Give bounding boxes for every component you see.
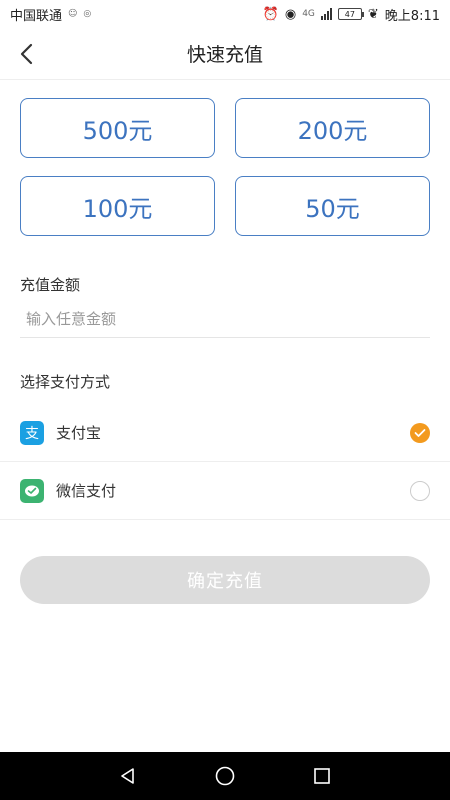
nav-home-button[interactable] <box>205 756 245 796</box>
alipay-icon: 支 <box>20 420 44 445</box>
square-recents-icon <box>313 768 330 784</box>
page-title: 快速充值 <box>186 44 263 66</box>
status-right: ⏰ ◉ 4G 47 ❦ 晚上8:11 <box>263 5 440 24</box>
system-navigation-bar <box>0 752 450 800</box>
status-bar: 中国联通 ☺ ◎ ⏰ ◉ 4G 47 ❦ 晚上8:11 <box>0 0 450 28</box>
recharge-amount-label: 充值金额 <box>20 276 81 294</box>
chevron-left-icon <box>20 43 33 65</box>
carrier-name: 中国联通 <box>10 8 63 24</box>
amount-option-100[interactable]: 100元 <box>20 176 215 236</box>
wechat-pay-icon <box>20 478 44 503</box>
leaf-icon: ❦ <box>367 6 379 22</box>
sync-icon: ◎ <box>83 9 92 19</box>
confirm-recharge-button[interactable]: 确定充值 <box>20 556 430 604</box>
battery-level: 47 <box>344 9 355 19</box>
amount-options: 500元 200元 100元 50元 <box>20 98 430 236</box>
payment-option-name: 支付宝 <box>56 424 102 442</box>
status-time: 晚上8:11 <box>384 8 440 24</box>
nav-back-button[interactable] <box>108 756 148 796</box>
network-type: 4G <box>302 9 315 19</box>
alarm-icon: ⏰ <box>262 6 279 22</box>
back-button[interactable] <box>10 38 42 70</box>
recharge-amount-input[interactable] <box>20 300 430 338</box>
triangle-back-icon <box>121 768 135 784</box>
amount-option-500[interactable]: 500元 <box>20 98 215 158</box>
radio-unchecked-icon[interactable] <box>410 480 430 501</box>
header: 快速充值 <box>0 28 450 80</box>
payment-option-name: 微信支付 <box>56 482 117 500</box>
payment-method-label: 选择支付方式 <box>20 373 111 391</box>
payment-option-alipay[interactable]: 支 支付宝 <box>0 404 450 462</box>
checkmark-icon[interactable] <box>410 422 430 443</box>
amount-option-50[interactable]: 50元 <box>235 176 430 236</box>
notification-icon: ☺ <box>68 9 78 19</box>
eye-icon: ◉ <box>284 6 297 22</box>
nav-recents-button[interactable] <box>302 756 342 796</box>
payment-method-list: 支 支付宝 微信支付 <box>0 404 450 520</box>
amount-option-200[interactable]: 200元 <box>235 98 430 158</box>
payment-option-wechat[interactable]: 微信支付 <box>0 462 450 520</box>
battery-icon: 47 <box>337 8 364 20</box>
circle-home-icon <box>215 766 235 786</box>
status-left: 中国联通 ☺ ◎ <box>10 5 91 24</box>
signal-icon <box>320 8 332 20</box>
svg-text:支: 支 <box>25 426 39 442</box>
